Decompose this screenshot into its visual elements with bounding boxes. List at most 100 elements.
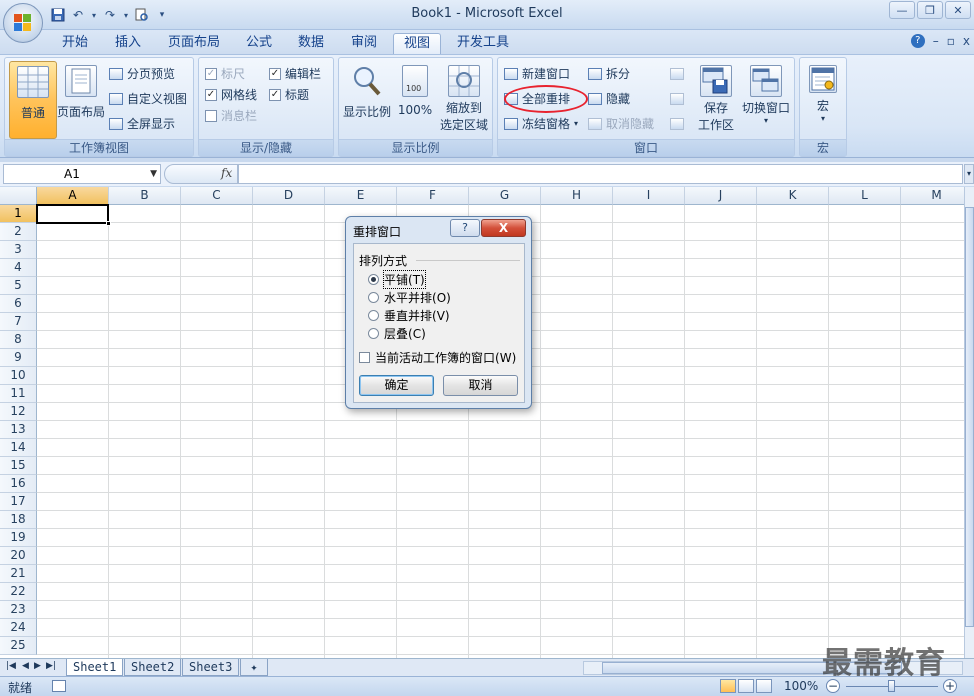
zoom-level[interactable]: 100% xyxy=(784,679,818,693)
column-header[interactable]: L xyxy=(829,187,901,205)
help-icon[interactable]: ? xyxy=(910,34,925,48)
fill-handle[interactable] xyxy=(106,221,111,226)
unhide-button[interactable]: 取消隐藏 xyxy=(588,114,654,134)
zoom-button[interactable]: 显示比例 xyxy=(341,61,393,139)
row-header[interactable]: 15 xyxy=(0,457,37,475)
headings-checkbox[interactable]: ✓ 标题 xyxy=(269,85,309,105)
synchronous-scrolling-button[interactable] xyxy=(670,89,684,109)
dialog-close-button[interactable]: X xyxy=(481,219,526,237)
row-header[interactable]: 1 xyxy=(0,205,37,223)
ribbon-close-icon[interactable]: x xyxy=(963,34,970,48)
tab-data[interactable]: 数据 xyxy=(288,33,334,54)
row-header[interactable]: 8 xyxy=(0,331,37,349)
tab-home[interactable]: 开始 xyxy=(52,33,98,54)
row-header[interactable]: 22 xyxy=(0,583,37,601)
office-button[interactable] xyxy=(3,3,43,43)
formula-input[interactable] xyxy=(238,164,963,184)
next-sheet-icon[interactable]: ▶ xyxy=(34,661,41,671)
ruler-checkbox[interactable]: ✓ 标尺 xyxy=(205,64,245,84)
option-horizontal[interactable]: 水平并排(O) xyxy=(368,289,451,305)
ribbon-restore-icon[interactable]: ▫ xyxy=(947,34,955,48)
ribbon-minimize-icon[interactable]: – xyxy=(933,34,939,48)
record-macro-icon[interactable] xyxy=(52,680,66,692)
column-header[interactable]: J xyxy=(685,187,757,205)
row-header[interactable]: 4 xyxy=(0,259,37,277)
row-header[interactable]: 7 xyxy=(0,313,37,331)
column-header[interactable]: D xyxy=(253,187,325,205)
column-header[interactable]: M xyxy=(901,187,964,205)
first-sheet-icon[interactable]: |◀ xyxy=(6,661,16,671)
row-header[interactable]: 14 xyxy=(0,439,37,457)
row-header[interactable]: 25 xyxy=(0,637,37,655)
option-cascade[interactable]: 层叠(C) xyxy=(368,325,426,341)
tab-review[interactable]: 审阅 xyxy=(341,33,387,54)
page-break-preview-button[interactable]: 分页预览 xyxy=(109,64,175,84)
zoom-100-button[interactable]: 100 100% xyxy=(395,61,435,139)
radio-vertical[interactable] xyxy=(368,309,379,321)
view-side-by-side-button[interactable] xyxy=(670,64,684,84)
row-header[interactable]: 6 xyxy=(0,295,37,313)
insert-sheet-button[interactable]: ✦ xyxy=(240,659,268,676)
cancel-button[interactable]: 取消 xyxy=(443,375,518,396)
row-header[interactable]: 23 xyxy=(0,601,37,619)
row-header[interactable]: 19 xyxy=(0,529,37,547)
option-tiled[interactable]: 平铺(T) xyxy=(368,269,426,289)
dialog-help-button[interactable]: ? xyxy=(450,219,480,237)
column-header[interactable]: A xyxy=(37,187,109,205)
row-header[interactable]: 9 xyxy=(0,349,37,367)
row-header[interactable]: 5 xyxy=(0,277,37,295)
message-bar-checkbox[interactable]: 消息栏 xyxy=(205,106,257,126)
switch-windows-button[interactable]: 切换窗口 ▾ xyxy=(740,61,792,139)
save-workspace-button[interactable]: 保存 工作区 xyxy=(694,61,738,139)
column-header[interactable]: C xyxy=(181,187,253,205)
tab-formulas[interactable]: 公式 xyxy=(236,33,282,54)
hide-button[interactable]: 隐藏 xyxy=(588,89,630,109)
select-all-corner[interactable] xyxy=(0,187,37,205)
vertical-scroll-thumb[interactable] xyxy=(965,207,974,627)
gridlines-checkbox[interactable]: ✓ 网格线 xyxy=(205,85,257,105)
row-header[interactable]: 17 xyxy=(0,493,37,511)
active-cell[interactable] xyxy=(36,204,111,226)
column-header[interactable]: I xyxy=(613,187,685,205)
column-header[interactable]: K xyxy=(757,187,829,205)
normal-view-button[interactable]: 普通 xyxy=(9,61,57,139)
column-header[interactable]: H xyxy=(541,187,613,205)
radio-horizontal[interactable] xyxy=(368,291,379,303)
row-header[interactable]: 21 xyxy=(0,565,37,583)
column-header[interactable]: F xyxy=(397,187,469,205)
column-header[interactable]: G xyxy=(469,187,541,205)
row-header[interactable]: 11 xyxy=(0,385,37,403)
new-window-button[interactable]: 新建窗口 xyxy=(504,64,570,84)
row-header[interactable]: 12 xyxy=(0,403,37,421)
radio-tiled[interactable] xyxy=(368,273,379,285)
prev-sheet-icon[interactable]: ◀ xyxy=(22,661,29,671)
sheet-tab-sheet3[interactable]: Sheet3 xyxy=(182,659,240,676)
close-button[interactable]: ✕ xyxy=(945,1,971,19)
formula-bar-checkbox[interactable]: ✓ 编辑栏 xyxy=(269,64,321,84)
minimize-button[interactable]: — xyxy=(889,1,915,19)
page-layout-view-button[interactable]: 页面布局 xyxy=(55,61,107,139)
row-header[interactable]: 13 xyxy=(0,421,37,439)
expand-formula-bar-icon[interactable]: ▾ xyxy=(964,164,974,184)
column-header[interactable]: B xyxy=(109,187,181,205)
split-button[interactable]: 拆分 xyxy=(588,64,630,84)
custom-views-button[interactable]: 自定义视图 xyxy=(109,89,187,109)
column-header[interactable]: E xyxy=(325,187,397,205)
vertical-scrollbar[interactable] xyxy=(964,187,974,658)
row-header[interactable]: 20 xyxy=(0,547,37,565)
row-header[interactable]: 2 xyxy=(0,223,37,241)
tab-developer[interactable]: 开发工具 xyxy=(447,33,519,54)
row-header[interactable]: 24 xyxy=(0,619,37,637)
insert-function-icon[interactable]: fx xyxy=(221,166,232,180)
full-screen-button[interactable]: 全屏显示 xyxy=(109,114,175,134)
reset-window-position-button[interactable] xyxy=(670,114,684,134)
sheet-tab-sheet2[interactable]: Sheet2 xyxy=(124,659,182,676)
row-header[interactable]: 10 xyxy=(0,367,37,385)
tab-page-layout[interactable]: 页面布局 xyxy=(158,33,230,54)
name-box[interactable]: A1 ▼ xyxy=(3,164,161,184)
tab-view[interactable]: 视图 xyxy=(393,33,442,54)
macros-button[interactable]: 宏 ▾ xyxy=(800,61,846,139)
active-workbook-checkbox-row[interactable]: 当前活动工作簿的窗口(W) xyxy=(359,349,516,366)
zoom-to-selection-button[interactable]: 缩放到 选定区域 xyxy=(437,61,491,139)
freeze-panes-button[interactable]: 冻结窗格 ▾ xyxy=(504,114,578,134)
